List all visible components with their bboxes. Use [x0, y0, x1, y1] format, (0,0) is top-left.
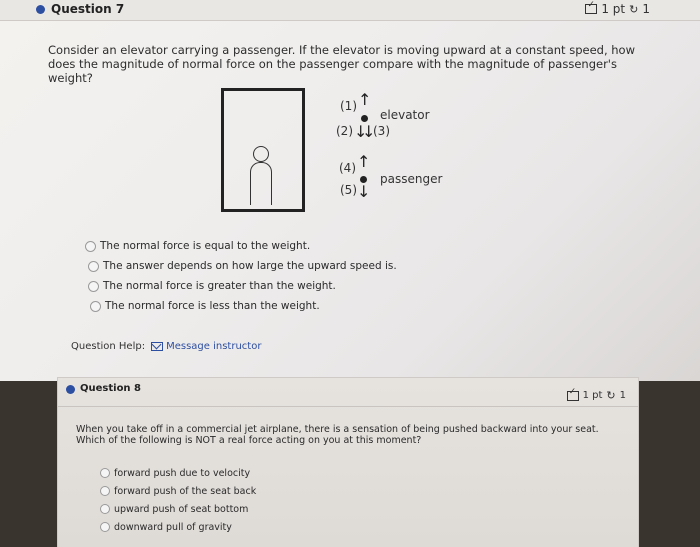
- choice-label: forward push due to velocity: [114, 467, 251, 479]
- force-label-2: (2): [336, 124, 353, 138]
- choice-label: The answer depends on how large the upwa…: [103, 260, 397, 272]
- passenger-head: [253, 146, 269, 162]
- question-meta: 1 pt ↻ 1: [566, 387, 626, 402]
- radio-button[interactable]: [100, 522, 110, 532]
- mail-icon: [151, 342, 164, 351]
- choice-label: The normal force is equal to the weight.: [100, 240, 311, 252]
- answer-choice[interactable]: The normal force is less than the weight…: [90, 296, 397, 316]
- answer-choice[interactable]: The normal force is equal to the weight.: [85, 236, 397, 256]
- elevator-label: elevator: [380, 108, 430, 122]
- points-label: 1 pt: [601, 2, 626, 16]
- question-prompt: Consider an elevator carrying a passenge…: [48, 43, 635, 85]
- radio-button[interactable]: [90, 300, 101, 312]
- answer-choice[interactable]: The normal force is greater than the wei…: [88, 276, 397, 296]
- question-8-card: Question 8 1 pt ↻ 1 When you take off in…: [58, 378, 638, 547]
- force-label-3: (3): [373, 124, 390, 138]
- question-help: Question Help: Message instructor: [71, 341, 261, 352]
- radio-button[interactable]: [88, 280, 99, 292]
- choice-label: The normal force is greater than the wei…: [103, 280, 336, 292]
- force-label-5: (5): [340, 183, 357, 197]
- message-instructor-label: Message instructor: [166, 341, 262, 352]
- passenger-body: [250, 162, 272, 205]
- choice-label: forward push of the seat back: [114, 485, 257, 497]
- retry-icon[interactable]: ↻: [629, 3, 638, 16]
- up-arrow-icon: ↑: [357, 152, 371, 171]
- question-status-dot: [36, 5, 45, 14]
- answer-choice[interactable]: downward pull of gravity: [100, 518, 256, 536]
- choice-label: The normal force is less than the weight…: [105, 300, 320, 312]
- help-label: Question Help:: [71, 341, 146, 352]
- question-7-header: Question 7 1 pt ↻ 1: [0, 0, 700, 21]
- force-label-4: (4): [339, 161, 356, 175]
- question-title: Question 8: [80, 383, 141, 394]
- question-meta: 1 pt ↻ 1: [585, 0, 650, 16]
- attempts-count: 1: [642, 2, 650, 16]
- question-title: Question 7: [51, 2, 125, 16]
- elevator-diagram: [221, 88, 305, 212]
- question-status-dot: [66, 385, 75, 394]
- question-8-header: Question 8 1 pt ↻ 1: [58, 378, 638, 402]
- checkbox-icon: [585, 0, 598, 14]
- checkbox-icon: [566, 387, 579, 401]
- down-arrow-icon: ↓: [357, 182, 371, 201]
- attempts-count: 1: [619, 390, 626, 401]
- elevator-dot: [361, 115, 368, 122]
- passenger-label: passenger: [380, 172, 443, 186]
- choice-label: upward push of seat bottom: [114, 503, 249, 515]
- question-7-card: Consider an elevator carrying a passenge…: [0, 21, 700, 381]
- radio-button[interactable]: [100, 486, 110, 496]
- answer-choice[interactable]: forward push due to velocity: [100, 464, 256, 482]
- answer-choice[interactable]: upward push of seat bottom: [100, 500, 256, 518]
- up-arrow-icon: ↑: [358, 90, 372, 109]
- answer-choices: forward push due to velocity forward pus…: [100, 464, 256, 536]
- radio-button[interactable]: [88, 260, 99, 272]
- radio-button[interactable]: [100, 468, 110, 478]
- answer-choice[interactable]: The answer depends on how large the upwa…: [88, 256, 397, 276]
- retry-icon[interactable]: ↻: [606, 389, 615, 402]
- choice-label: downward pull of gravity: [114, 521, 232, 533]
- answer-choices: The normal force is equal to the weight.…: [85, 236, 397, 316]
- points-label: 1 pt: [582, 390, 603, 401]
- force-label-1: (1): [340, 99, 357, 113]
- radio-button[interactable]: [100, 504, 110, 514]
- answer-choice[interactable]: forward push of the seat back: [100, 482, 256, 500]
- message-instructor-link[interactable]: Message instructor: [151, 341, 261, 352]
- divider: [58, 406, 638, 407]
- radio-button[interactable]: [85, 240, 96, 252]
- question-prompt: When you take off in a commercial jet ai…: [76, 424, 599, 446]
